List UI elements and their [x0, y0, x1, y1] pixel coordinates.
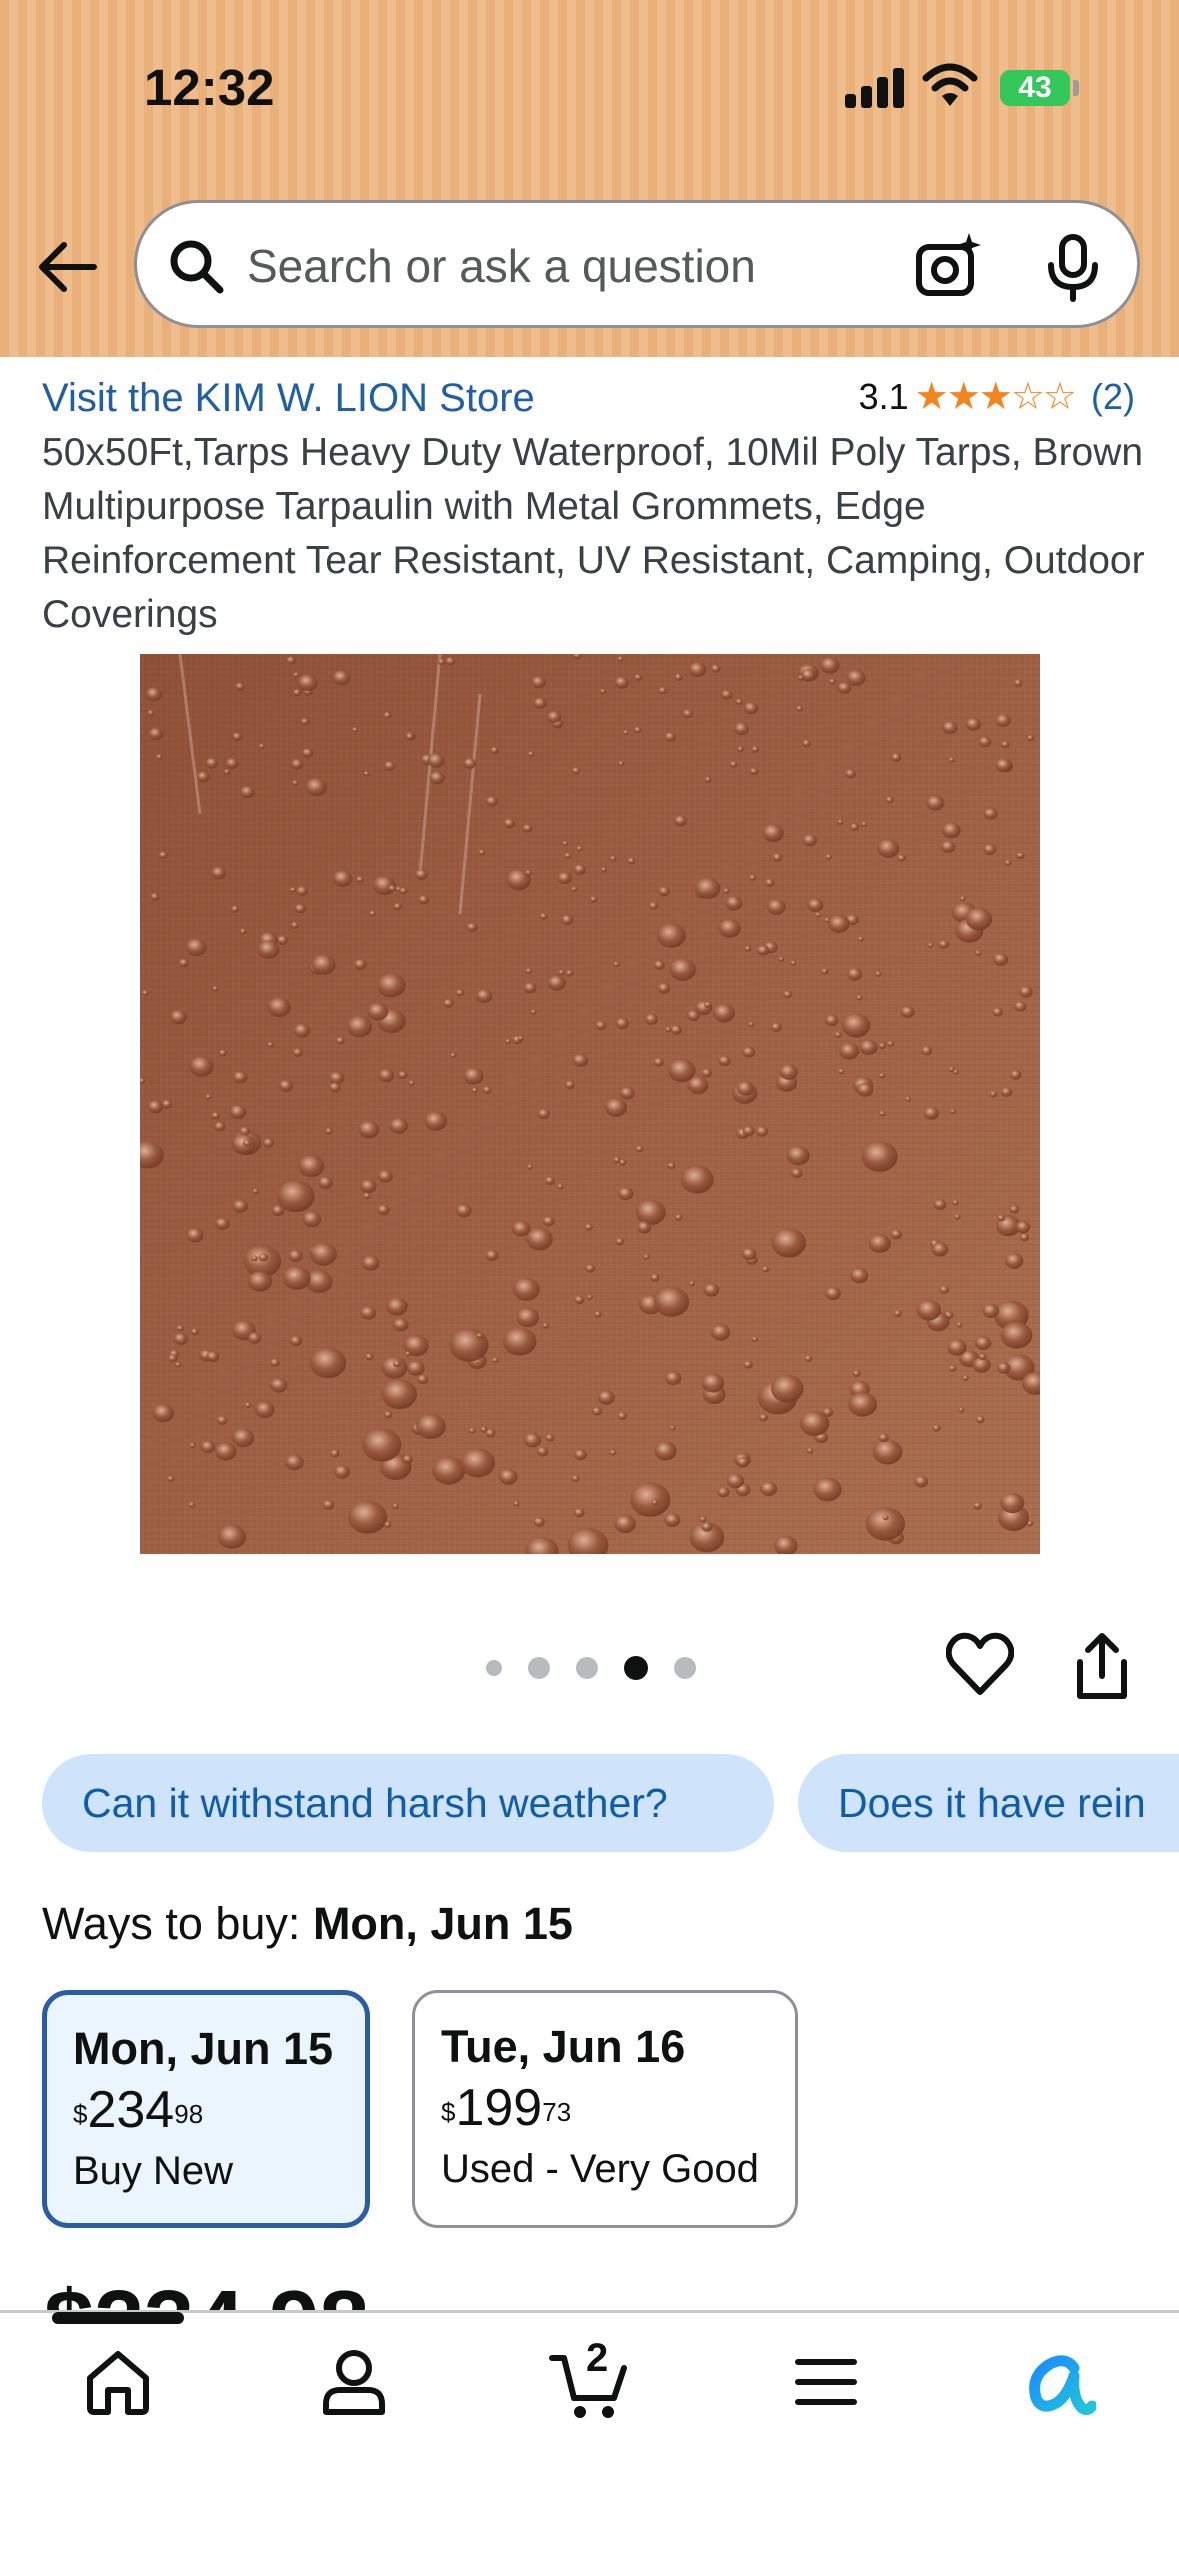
menu-icon[interactable]	[790, 2346, 862, 2418]
header: 12:32 43 Search or ask a question	[0, 0, 1179, 357]
account-icon[interactable]	[318, 2346, 390, 2418]
option-price: $23498	[73, 2081, 204, 2139]
option-condition: Used - Very Good	[441, 2147, 759, 2191]
ways-to-buy-heading: Ways to buy: Mon, Jun 15	[42, 1898, 573, 1950]
rating-count[interactable]: (2)	[1091, 376, 1135, 418]
product-photo-tarp	[140, 654, 1040, 1554]
share-icon[interactable]	[1070, 1632, 1134, 1702]
question-chip[interactable]: Does it have rein	[798, 1754, 1179, 1852]
question-chip[interactable]: Can it withstand harsh weather?	[42, 1754, 774, 1852]
carousel-dot[interactable]	[528, 1657, 550, 1679]
rating-stars-icon: ★★★☆☆	[914, 376, 1077, 418]
ways-to-buy-date: Mon, Jun 15	[312, 1898, 573, 1949]
ways-to-buy-label: Ways to buy:	[42, 1898, 313, 1949]
option-price: $19973	[441, 2079, 572, 2137]
buy-option-used[interactable]: Tue, Jun 16 $19973 Used - Very Good	[412, 1990, 798, 2228]
buy-option-new[interactable]: Mon, Jun 15 $23498 Buy New	[42, 1990, 370, 2228]
cellular-signal-icon	[845, 66, 905, 108]
rufus-assistant-icon[interactable]	[1022, 2346, 1096, 2420]
back-arrow-icon[interactable]	[34, 232, 104, 302]
battery-indicator: 43	[1000, 70, 1070, 106]
carousel-dot[interactable]	[576, 1657, 598, 1679]
visit-store-link[interactable]: Visit the KIM W. LION Store	[42, 376, 535, 421]
cart-count-badge: 2	[586, 2336, 609, 2380]
rating-summary[interactable]: 3.1 ★★★☆☆ (2)	[859, 374, 1135, 419]
carousel-dot[interactable]	[486, 1660, 502, 1676]
option-condition: Buy New	[73, 2149, 234, 2193]
product-title: 50x50Ft,Tarps Heavy Duty Waterproof, 10M…	[42, 431, 1145, 636]
microphone-icon[interactable]	[1043, 233, 1103, 303]
carousel-dot[interactable]	[674, 1657, 696, 1679]
search-icon	[170, 240, 224, 294]
wifi-icon	[922, 63, 978, 106]
heart-wishlist-icon[interactable]	[946, 1632, 1014, 1698]
search-input[interactable]: Search or ask a question	[134, 200, 1140, 328]
rating-value: 3.1	[858, 375, 909, 417]
search-placeholder: Search or ask a question	[247, 240, 756, 292]
status-time: 12:32	[144, 59, 275, 116]
option-date: Tue, Jun 16	[441, 2021, 686, 2072]
camera-search-icon[interactable]	[913, 231, 983, 301]
image-carousel-dots[interactable]	[486, 1656, 696, 1680]
home-icon[interactable]	[82, 2346, 154, 2418]
price-peek: $234.98	[44, 2278, 369, 2312]
carousel-dot-active[interactable]	[624, 1656, 648, 1680]
home-indicator	[52, 2312, 184, 2324]
battery-tip	[1073, 80, 1079, 96]
option-date: Mon, Jun 15	[73, 2023, 334, 2074]
product-image[interactable]	[140, 654, 1040, 1554]
